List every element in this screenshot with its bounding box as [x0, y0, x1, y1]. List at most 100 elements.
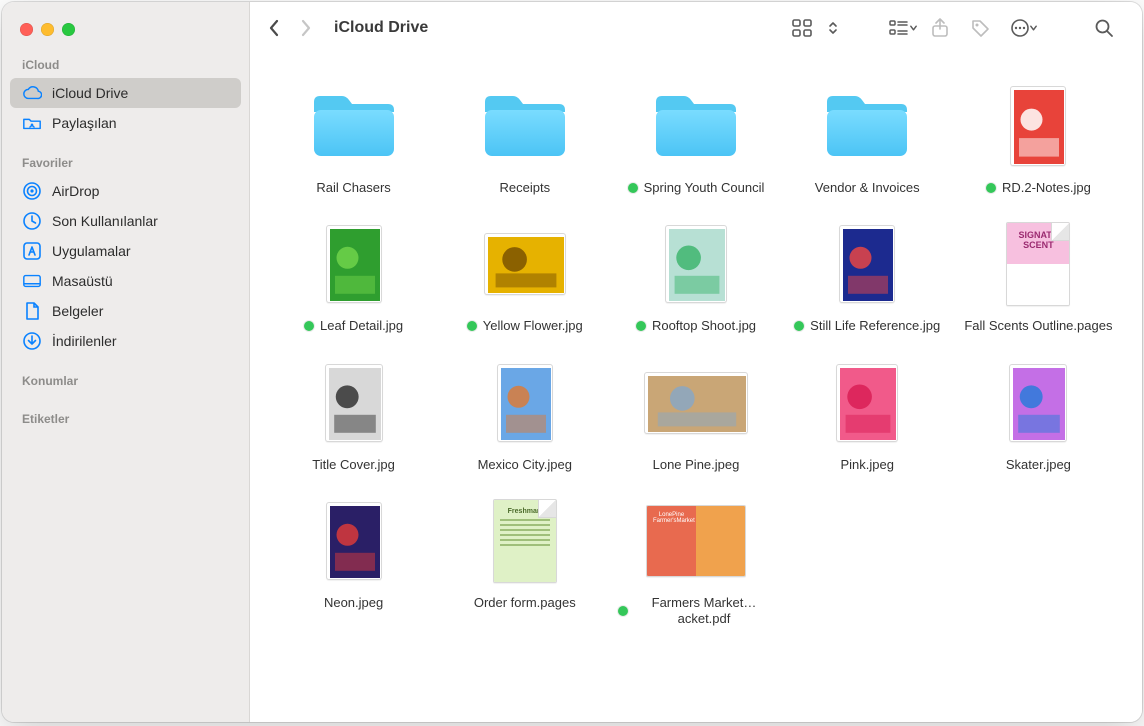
- sidebar-item-applications[interactable]: Uygulamalar: [10, 236, 241, 266]
- sidebar-item-downloads[interactable]: İndirilenler: [10, 326, 241, 356]
- finder-window: iCloudiCloud DrivePaylaşılanFavorilerAir…: [2, 2, 1142, 722]
- back-button[interactable]: [260, 14, 288, 42]
- file-label-row: Pink.jpeg: [832, 457, 901, 473]
- file-item[interactable]: Spring Youth Council: [610, 78, 781, 196]
- sidebar-section-title: Etiketler: [2, 408, 249, 432]
- toolbar-group-right: [880, 13, 1040, 43]
- file-name-label: Yellow Flower.jpg: [483, 318, 583, 334]
- sidebar-item-label: Paylaşılan: [52, 115, 117, 131]
- file-label-row: Rail Chasers: [308, 180, 398, 196]
- main-area: iCloud Drive: [250, 2, 1142, 722]
- sidebar-item-airdrop[interactable]: AirDrop: [10, 176, 241, 206]
- file-label-row: RD.2-Notes.jpg: [978, 180, 1099, 196]
- file-thumbnail: [782, 216, 953, 312]
- file-name-label: Title Cover.jpg: [312, 457, 395, 473]
- file-item[interactable]: LonePineFarmer'sMarket Farmers Market…ac…: [610, 493, 781, 628]
- file-thumbnail: [439, 216, 610, 312]
- file-name-label: Rooftop Shoot.jpg: [652, 318, 756, 334]
- sidebar-item-desktop[interactable]: Masaüstü: [10, 266, 241, 296]
- file-label-row: Fall Scents Outline.pages: [956, 318, 1120, 334]
- file-item[interactable]: SIGNATUSCENT Fall Scents Outline.pages: [953, 216, 1124, 334]
- sidebar-item-label: iCloud Drive: [52, 85, 128, 101]
- file-thumbnail: Freshmart: [439, 493, 610, 589]
- file-thumbnail: [268, 216, 439, 312]
- file-item[interactable]: Mexico City.jpeg: [439, 355, 610, 473]
- file-item[interactable]: Rail Chasers: [268, 78, 439, 196]
- sidebar-item-icloud-drive[interactable]: iCloud Drive: [10, 78, 241, 108]
- folder-icon: [439, 78, 610, 174]
- file-name-label: Skater.jpeg: [1006, 457, 1071, 473]
- file-label-row: Farmers Market…acket.pdf: [610, 595, 781, 628]
- close-window-button[interactable]: [20, 23, 33, 36]
- sidebar-item-documents[interactable]: Belgeler: [10, 296, 241, 326]
- view-switcher[interactable]: [782, 13, 844, 43]
- file-item[interactable]: Lone Pine.jpeg: [610, 355, 781, 473]
- file-thumbnail: [782, 355, 953, 451]
- file-item[interactable]: Still Life Reference.jpg: [782, 216, 953, 334]
- file-item[interactable]: Pink.jpeg: [782, 355, 953, 473]
- file-thumbnail: SIGNATUSCENT: [953, 216, 1124, 312]
- sidebar-item-shared[interactable]: Paylaşılan: [10, 108, 241, 138]
- sidebar-item-label: Uygulamalar: [52, 243, 131, 259]
- file-item[interactable]: Rooftop Shoot.jpg: [610, 216, 781, 334]
- sidebar-item-label: Son Kullanılanlar: [52, 213, 158, 229]
- file-item[interactable]: Vendor & Invoices: [782, 78, 953, 196]
- group-button[interactable]: [880, 13, 920, 43]
- clock-icon: [22, 211, 42, 231]
- folder-icon: [610, 78, 781, 174]
- sidebar-body: iCloudiCloud DrivePaylaşılanFavorilerAir…: [2, 54, 249, 446]
- file-item[interactable]: Neon.jpeg: [268, 493, 439, 628]
- file-item[interactable]: Title Cover.jpg: [268, 355, 439, 473]
- folder-icon: [268, 78, 439, 174]
- file-thumbnail: LonePineFarmer'sMarket: [610, 493, 781, 589]
- file-name-label: Pink.jpeg: [840, 457, 893, 473]
- file-item[interactable]: Skater.jpeg: [953, 355, 1124, 473]
- file-thumbnail: [268, 493, 439, 589]
- sidebar-item-label: Masaüstü: [52, 273, 113, 289]
- icon-view-button[interactable]: [782, 13, 822, 43]
- file-label-row: Lone Pine.jpeg: [645, 457, 748, 473]
- sidebar-item-recents[interactable]: Son Kullanılanlar: [10, 206, 241, 236]
- nav-buttons: [260, 14, 320, 42]
- file-name-label: Fall Scents Outline.pages: [964, 318, 1112, 334]
- file-thumbnail: [268, 355, 439, 451]
- tag-dot-green: [467, 321, 477, 331]
- more-button[interactable]: [1000, 13, 1040, 43]
- file-name-label: Vendor & Invoices: [815, 180, 920, 196]
- share-button[interactable]: [920, 13, 960, 43]
- file-thumbnail: [610, 355, 781, 451]
- file-label-row: Mexico City.jpeg: [470, 457, 580, 473]
- content-area[interactable]: Rail Chasers Receipts Spring Youth Counc…: [250, 54, 1142, 722]
- sidebar: iCloudiCloud DrivePaylaşılanFavorilerAir…: [2, 2, 250, 722]
- search-button[interactable]: [1084, 13, 1124, 43]
- forward-button[interactable]: [292, 14, 320, 42]
- file-label-row: Skater.jpeg: [998, 457, 1079, 473]
- file-name-label: Receipts: [500, 180, 551, 196]
- file-name-label: RD.2-Notes.jpg: [1002, 180, 1091, 196]
- icon-grid: Rail Chasers Receipts Spring Youth Counc…: [268, 78, 1124, 627]
- file-name-label: Neon.jpeg: [324, 595, 383, 611]
- file-name-label: Leaf Detail.jpg: [320, 318, 403, 334]
- file-item[interactable]: Leaf Detail.jpg: [268, 216, 439, 334]
- desktop-icon: [22, 271, 42, 291]
- file-item[interactable]: RD.2-Notes.jpg: [953, 78, 1124, 196]
- tag-dot-green: [618, 606, 628, 616]
- view-menu-chevron[interactable]: [822, 13, 844, 43]
- file-label-row: Vendor & Invoices: [807, 180, 928, 196]
- sidebar-item-label: İndirilenler: [52, 333, 117, 349]
- window-controls: [2, 2, 249, 54]
- file-item[interactable]: Yellow Flower.jpg: [439, 216, 610, 334]
- zoom-window-button[interactable]: [62, 23, 75, 36]
- minimize-window-button[interactable]: [41, 23, 54, 36]
- sidebar-item-label: AirDrop: [52, 183, 99, 199]
- file-label-row: Yellow Flower.jpg: [459, 318, 591, 334]
- file-name-label: Order form.pages: [474, 595, 576, 611]
- file-label-row: Receipts: [492, 180, 559, 196]
- tags-button[interactable]: [960, 13, 1000, 43]
- shared-folder-icon: [22, 113, 42, 133]
- file-item[interactable]: Receipts: [439, 78, 610, 196]
- file-item[interactable]: Freshmart Order form.pages: [439, 493, 610, 628]
- file-name-label: Mexico City.jpeg: [478, 457, 572, 473]
- file-label-row: Spring Youth Council: [620, 180, 773, 196]
- file-name-label: Rail Chasers: [316, 180, 390, 196]
